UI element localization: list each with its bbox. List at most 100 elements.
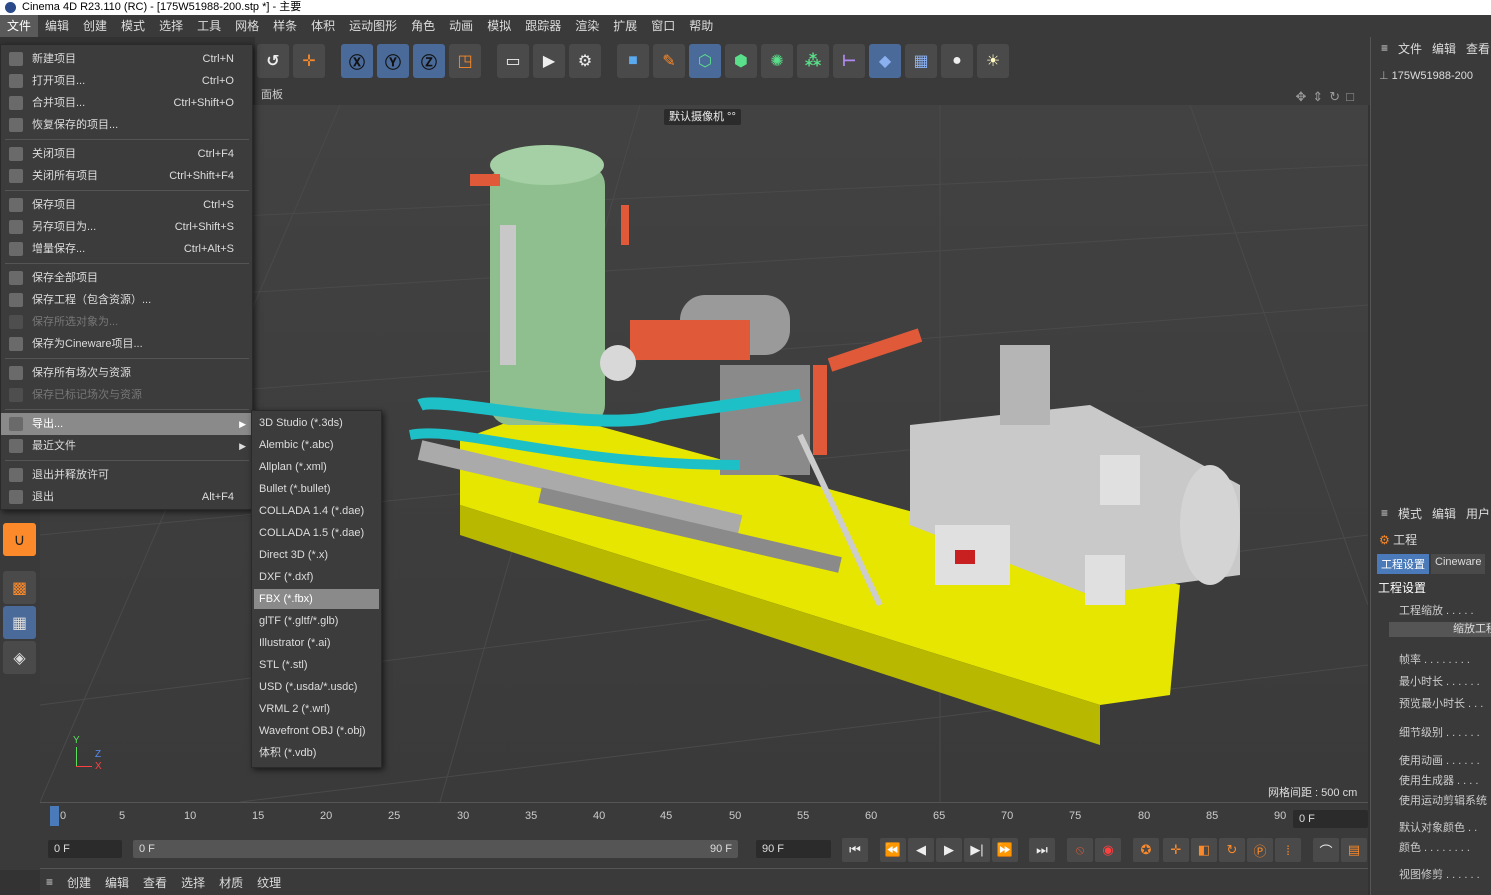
- planar-workplane-icon[interactable]: ◈: [3, 641, 36, 674]
- goto-start-icon[interactable]: ⏮: [842, 838, 868, 862]
- menu-tracker[interactable]: 跟踪器: [518, 15, 568, 37]
- menu-item-open-project[interactable]: 打开项目... Ctrl+O: [1, 70, 252, 92]
- menu-animate[interactable]: 动画: [442, 15, 480, 37]
- menu-item-save-project[interactable]: 保存项目 Ctrl+S: [1, 194, 252, 216]
- goto-end-icon[interactable]: ⏭: [1029, 838, 1055, 862]
- subdivision-icon[interactable]: ⬡: [689, 44, 721, 78]
- floor-icon[interactable]: ▦: [905, 44, 937, 78]
- cube-icon[interactable]: ■: [617, 44, 649, 78]
- tab-cineware[interactable]: Cineware: [1431, 554, 1486, 574]
- deformer-icon[interactable]: ⊢: [833, 44, 865, 78]
- lock-z-icon[interactable]: Ⓩ: [413, 44, 445, 78]
- export-illustrator[interactable]: Illustrator (*.ai): [254, 633, 379, 653]
- menu-mesh[interactable]: 网格: [228, 15, 266, 37]
- export-gltf[interactable]: glTF (*.gltf/*.glb): [254, 611, 379, 631]
- menu-item-incremental-save[interactable]: 增量保存... Ctrl+Alt+S: [1, 238, 252, 260]
- menu-item-save-as[interactable]: 另存项目为... Ctrl+Shift+S: [1, 216, 252, 238]
- preview-range-slider[interactable]: 0 F 90 F: [133, 840, 738, 858]
- menu-item-export[interactable]: 导出... ▶: [1, 413, 252, 435]
- prev-key-icon[interactable]: ⏪: [880, 838, 906, 862]
- menu-mode[interactable]: 模式: [114, 15, 152, 37]
- menu-item-recent-files[interactable]: 最近文件 ▶: [1, 435, 252, 457]
- export-collada-15[interactable]: COLLADA 1.5 (*.dae): [254, 523, 379, 543]
- snap-icon[interactable]: ∪: [3, 523, 36, 556]
- menu-item-quit-release-license[interactable]: 退出并释放许可: [1, 464, 252, 486]
- menu-render[interactable]: 渲染: [568, 15, 606, 37]
- camera-label[interactable]: 默认摄像机 °°: [664, 109, 741, 125]
- menu-item-new-project[interactable]: 新建项目 Ctrl+N: [1, 48, 252, 70]
- interpolation-icon[interactable]: ⌒: [1313, 838, 1339, 862]
- cloner-icon[interactable]: ⁂: [797, 44, 829, 78]
- next-frame-icon[interactable]: ▶|: [964, 838, 990, 862]
- mm-create[interactable]: 创建: [67, 874, 91, 891]
- rotation-key-icon[interactable]: ↻: [1219, 838, 1245, 862]
- scale-key-icon[interactable]: ◧: [1191, 838, 1217, 862]
- coordinate-system-icon[interactable]: ◳: [449, 44, 481, 78]
- export-collada-14[interactable]: COLLADA 1.4 (*.dae): [254, 501, 379, 521]
- menu-item-quit[interactable]: 退出 Alt+F4: [1, 486, 252, 508]
- parameter-key-icon[interactable]: Ⓟ: [1247, 838, 1273, 862]
- light-icon[interactable]: ☀: [977, 44, 1009, 78]
- start-frame-field[interactable]: 0 F: [48, 840, 122, 858]
- point-level-icon[interactable]: ⁞: [1275, 838, 1301, 862]
- mograph-icon[interactable]: ✺: [761, 44, 793, 78]
- scale-project-button[interactable]: 缩放工程: [1389, 622, 1491, 637]
- export-dxf[interactable]: DXF (*.dxf): [254, 567, 379, 587]
- pen-icon[interactable]: ✎: [653, 44, 685, 78]
- camera-icon[interactable]: ●: [941, 44, 973, 78]
- export-stl[interactable]: STL (*.stl): [254, 655, 379, 675]
- export-obj[interactable]: Wavefront OBJ (*.obj): [254, 721, 379, 741]
- export-allplan[interactable]: Allplan (*.xml): [254, 457, 379, 477]
- position-key-icon[interactable]: ✛: [1163, 838, 1189, 862]
- menu-select[interactable]: 选择: [152, 15, 190, 37]
- menu-create[interactable]: 创建: [76, 15, 114, 37]
- mm-material[interactable]: 材质: [219, 874, 243, 891]
- prev-frame-icon[interactable]: ◀: [908, 838, 934, 862]
- menu-item-close-all-projects[interactable]: 关闭所有项目 Ctrl+Shift+F4: [1, 165, 252, 187]
- menu-item-merge-project[interactable]: 合并项目... Ctrl+Shift+O: [1, 92, 252, 114]
- tab-project-settings[interactable]: 工程设置: [1377, 554, 1429, 574]
- menu-item-save-cineware[interactable]: 保存为Cineware项目...: [1, 333, 252, 355]
- viewport-nav-icons[interactable]: ✥⇕↻□: [1295, 87, 1360, 107]
- workplane-icon[interactable]: ▩: [3, 571, 36, 604]
- menu-edit[interactable]: 编辑: [38, 15, 76, 37]
- move-tool-icon[interactable]: ✛: [293, 44, 325, 78]
- export-bullet[interactable]: Bullet (*.bullet): [254, 479, 379, 499]
- export-fbx[interactable]: FBX (*.fbx): [254, 589, 379, 609]
- menu-spline[interactable]: 样条: [266, 15, 304, 37]
- mm-menu-icon[interactable]: ≡: [46, 875, 53, 889]
- mm-texture[interactable]: 纹理: [257, 874, 281, 891]
- menu-item-revert-project[interactable]: 恢复保存的项目...: [1, 114, 252, 136]
- next-key-icon[interactable]: ⏩: [992, 838, 1018, 862]
- timeline-playhead[interactable]: [50, 806, 59, 826]
- menu-item-save-all-takes[interactable]: 保存所有场次与资源: [1, 362, 252, 384]
- menu-simulate[interactable]: 模拟: [480, 15, 518, 37]
- menu-item-save-all[interactable]: 保存全部项目: [1, 267, 252, 289]
- undo-icon[interactable]: ↺: [257, 44, 289, 78]
- keyframe-selection-icon[interactable]: ✪: [1133, 838, 1159, 862]
- om-edit[interactable]: 编辑: [1432, 40, 1456, 57]
- om-file[interactable]: 文件: [1398, 40, 1422, 57]
- locked-workplane-icon[interactable]: ▦: [3, 606, 36, 639]
- autokey-icon[interactable]: ◉: [1095, 838, 1121, 862]
- am-mode[interactable]: 模式: [1398, 505, 1422, 522]
- render-to-picture-viewer-icon[interactable]: ▶: [533, 44, 565, 78]
- export-3ds[interactable]: 3D Studio (*.3ds): [254, 413, 379, 433]
- am-user[interactable]: 用户: [1466, 505, 1490, 522]
- menu-extensions[interactable]: 扩展: [606, 15, 644, 37]
- end-frame-field[interactable]: 90 F: [756, 840, 831, 858]
- menu-item-close-project[interactable]: 关闭项目 Ctrl+F4: [1, 143, 252, 165]
- export-direct3d[interactable]: Direct 3D (*.x): [254, 545, 379, 565]
- mm-view[interactable]: 查看: [143, 874, 167, 891]
- menu-mograph[interactable]: 运动图形: [342, 15, 404, 37]
- object-tree-item[interactable]: ⊥ 175W51988-200: [1379, 69, 1473, 82]
- lock-x-icon[interactable]: Ⓧ: [341, 44, 373, 78]
- menu-file[interactable]: 文件: [0, 15, 39, 37]
- am-menu-icon[interactable]: ≡: [1381, 506, 1388, 520]
- lock-y-icon[interactable]: Ⓨ: [377, 44, 409, 78]
- record-icon[interactable]: ⦸: [1067, 838, 1093, 862]
- menu-volume[interactable]: 体积: [304, 15, 342, 37]
- menu-help[interactable]: 帮助: [682, 15, 720, 37]
- export-usd[interactable]: USD (*.usda/*.usdc): [254, 677, 379, 697]
- menu-window[interactable]: 窗口: [644, 15, 682, 37]
